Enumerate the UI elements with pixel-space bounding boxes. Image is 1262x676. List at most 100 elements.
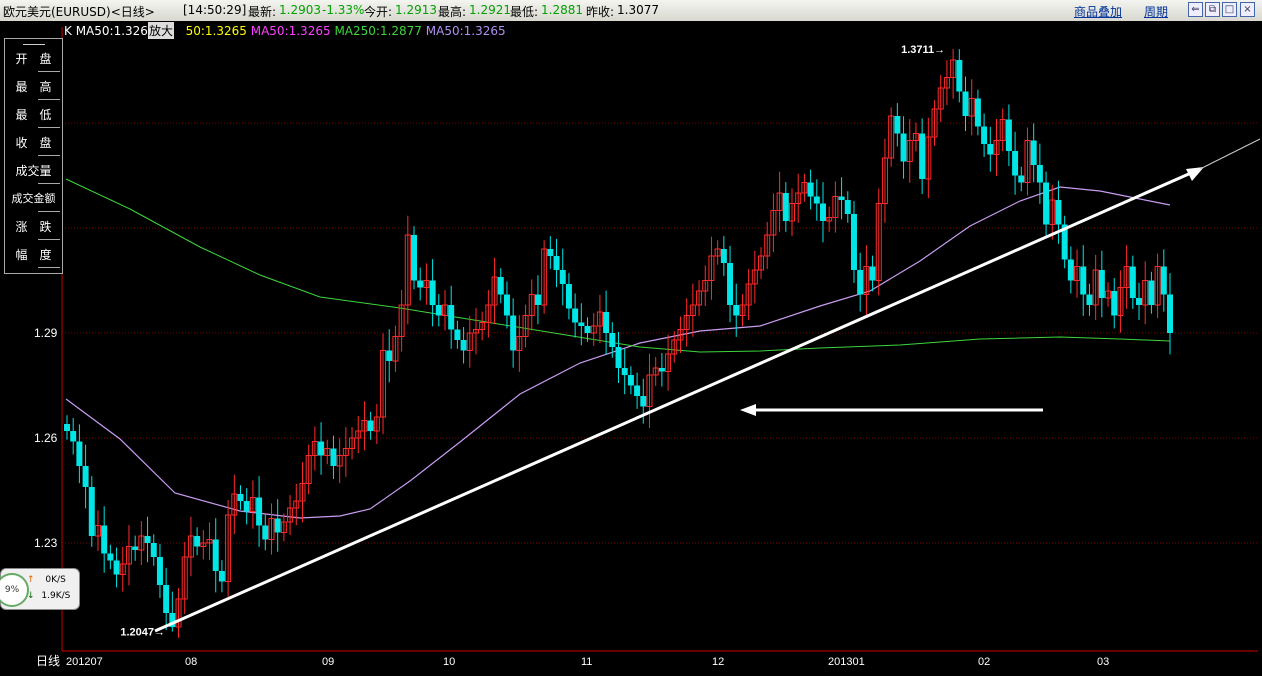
candle-body <box>243 501 250 512</box>
candle-body <box>1055 200 1062 225</box>
candle-body <box>218 571 225 582</box>
candle-body <box>987 144 994 155</box>
candle-body <box>658 368 665 372</box>
candle-body <box>919 133 926 179</box>
candle-body <box>962 91 969 116</box>
candle-body <box>386 350 393 361</box>
candle-body <box>615 347 622 368</box>
x-tick-label: 12 <box>712 656 724 668</box>
legend-ma-violet: MA50:1.3265 <box>425 24 506 38</box>
candle-body <box>850 214 857 270</box>
field-low: 最 低 <box>5 103 62 130</box>
candle-body <box>411 235 418 281</box>
network-speed-widget[interactable]: 9% ↑ 0K/S ↓ 1.9K/S <box>0 568 80 610</box>
candle-body <box>1018 175 1025 183</box>
change-percent: -1.33% <box>322 3 365 17</box>
trendline-arrowhead <box>1186 167 1204 181</box>
instrument-title: 欧元美元(EURUSD)<日线> <box>3 5 155 19</box>
candle-body <box>1129 266 1136 298</box>
low-value: 1.2881 <box>541 3 583 17</box>
candle-body <box>256 497 263 526</box>
candle-body <box>144 536 151 543</box>
candle-body <box>510 315 517 351</box>
candle-body <box>720 249 727 263</box>
candle-body <box>609 333 616 347</box>
candle-body <box>819 203 826 221</box>
y-tick-label: 1.26 <box>34 431 58 445</box>
candle-body <box>627 375 634 386</box>
period-link[interactable]: 周期 <box>1144 3 1168 20</box>
arrow-left-icon: ⇐ <box>1191 4 1200 15</box>
trendline <box>154 167 1201 633</box>
candle-body <box>813 196 820 204</box>
candle-body <box>1098 270 1105 298</box>
candle-body <box>460 340 467 351</box>
candle-body <box>844 200 851 214</box>
zoom-button[interactable]: 放大 <box>148 22 175 39</box>
prev-window-button[interactable]: ⇐ <box>1188 2 1203 17</box>
field-change: 涨 跌 <box>5 215 62 242</box>
high-value: 1.2921 <box>469 3 511 17</box>
candle-body <box>857 270 864 295</box>
candle-body <box>547 249 554 256</box>
candle-body <box>733 305 740 316</box>
candle-body <box>584 326 591 333</box>
candle-body <box>194 536 201 547</box>
candle-body <box>621 368 628 375</box>
low-label: 最低: <box>510 5 539 19</box>
prev-close-label: 昨收: <box>586 5 615 19</box>
candle-body <box>107 553 114 561</box>
download-speed: 1.9K/S <box>41 591 71 601</box>
candle-body <box>572 308 579 323</box>
candle-body <box>1080 266 1087 295</box>
candle-body <box>163 585 170 613</box>
candle-body <box>113 560 120 575</box>
candle-body <box>150 543 157 557</box>
candle-body <box>448 305 455 330</box>
x-tick-label: 03 <box>1097 656 1109 668</box>
legend-ma250: MA250:1.2877 <box>334 24 422 38</box>
field-open: 开 盘 <box>5 47 62 74</box>
candle-body <box>565 284 572 309</box>
kline-chart[interactable]: 1.3711→ 1.2047→ 1.23 1.26 1.29 日线 201207 08 09 1… <box>0 21 1262 672</box>
candle-body <box>1067 259 1074 281</box>
candle-body <box>156 557 163 585</box>
field-close: 收 盘 <box>5 131 62 158</box>
x-tick-label: 10 <box>443 656 455 668</box>
x-tick-label: 201207 <box>66 656 103 668</box>
candle-body <box>640 396 647 407</box>
x-tick-label: 02 <box>978 656 990 668</box>
candle-body <box>132 546 139 550</box>
overlay-link[interactable]: 商品叠加 <box>1074 3 1122 20</box>
close-window-button[interactable]: × <box>1240 2 1255 17</box>
candle-body <box>974 98 981 127</box>
min-price-label: 1.2047→ <box>120 627 165 639</box>
maximize-window-button[interactable]: □ <box>1222 2 1237 17</box>
field-panel: 开 盘 最 高 最 低 收 盘 成交量 成交金额 涨 跌 幅 度 <box>4 38 63 274</box>
candle-body <box>318 441 325 456</box>
candle-body <box>956 60 963 92</box>
candle-body <box>76 441 83 466</box>
candle-body <box>64 424 70 431</box>
candle-body <box>578 322 585 326</box>
x-tick-label: 08 <box>185 656 197 668</box>
candle-body <box>274 518 281 533</box>
candle-body <box>838 196 845 200</box>
close-icon: × <box>1243 4 1252 15</box>
restore-window-button[interactable]: ⧉ <box>1205 2 1220 17</box>
candle-body <box>454 329 461 340</box>
candle-body <box>497 277 504 295</box>
candle-body <box>1030 140 1037 165</box>
candle-body <box>82 466 89 487</box>
field-high: 最 高 <box>5 75 62 102</box>
candle-body <box>367 420 374 431</box>
candle-body <box>807 182 814 197</box>
candle-body <box>559 270 566 284</box>
y-tick-label: 1.29 <box>34 326 58 340</box>
field-volume: 成交量 <box>5 159 62 186</box>
field-turnover: 成交金额 <box>5 187 62 214</box>
network-percent: 9% <box>0 573 29 607</box>
candle-body <box>1086 294 1093 305</box>
candle-body <box>212 539 219 571</box>
upload-speed: 0K/S <box>45 575 66 585</box>
